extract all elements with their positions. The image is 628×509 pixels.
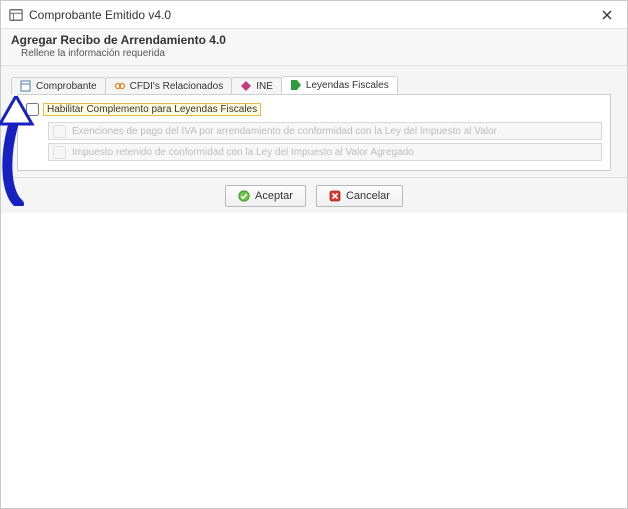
leyenda-row: Impuesto retenido de conformidad con la … bbox=[48, 143, 602, 161]
tabstrip: Comprobante CFDI's Relacionados INE bbox=[1, 66, 627, 177]
titlebar: Comprobante Emitido v4.0 bbox=[1, 1, 627, 29]
close-button[interactable] bbox=[595, 3, 619, 27]
tab-panel-leyendas: Habilitar Complemento para Leyendas Fisc… bbox=[17, 94, 611, 171]
tab-label: INE bbox=[256, 81, 273, 92]
tag-icon bbox=[290, 79, 302, 91]
dialog-footer: Aceptar Cancelar bbox=[1, 177, 627, 213]
tab-label: Leyendas Fiscales bbox=[306, 80, 389, 91]
leyendas-group: Habilitar Complemento para Leyendas Fisc… bbox=[24, 103, 604, 161]
tab-comprobante[interactable]: Comprobante bbox=[11, 77, 106, 94]
enable-leyendas-checkbox[interactable] bbox=[26, 103, 39, 116]
form-subtitle: Rellene la información requerida bbox=[11, 48, 617, 59]
leyenda-text: Impuesto retenido de conformidad con la … bbox=[72, 147, 414, 158]
leyenda-text: Exenciones de pago del IVA por arrendami… bbox=[72, 126, 497, 137]
leyenda-row: Exenciones de pago del IVA por arrendami… bbox=[48, 122, 602, 140]
accept-icon bbox=[238, 190, 250, 202]
tab-cfdi-relacionados[interactable]: CFDI's Relacionados bbox=[105, 77, 233, 94]
accept-button[interactable]: Aceptar bbox=[225, 185, 306, 207]
form-header: Agregar Recibo de Arrendamiento 4.0 Rell… bbox=[1, 29, 627, 66]
enable-leyendas-label: Habilitar Complemento para Leyendas Fisc… bbox=[43, 103, 261, 116]
tab-ine[interactable]: INE bbox=[231, 77, 282, 94]
diamond-icon bbox=[240, 80, 252, 92]
document-icon bbox=[20, 80, 32, 92]
cancel-icon bbox=[329, 190, 341, 202]
cancel-button[interactable]: Cancelar bbox=[316, 185, 403, 207]
leyenda-checkbox[interactable] bbox=[53, 125, 66, 138]
accept-label: Aceptar bbox=[255, 190, 293, 202]
window: Comprobante Emitido v4.0 Agregar Recibo … bbox=[0, 0, 628, 509]
cancel-label: Cancelar bbox=[346, 190, 390, 202]
link-icon bbox=[114, 80, 126, 92]
tab-label: CFDI's Relacionados bbox=[130, 81, 224, 92]
leyenda-checkbox[interactable] bbox=[53, 146, 66, 159]
window-title: Comprobante Emitido v4.0 bbox=[29, 8, 595, 22]
tab-leyendas-fiscales[interactable]: Leyendas Fiscales bbox=[281, 76, 398, 94]
form-title: Agregar Recibo de Arrendamiento 4.0 bbox=[11, 33, 617, 47]
app-icon bbox=[9, 8, 23, 22]
tab-label: Comprobante bbox=[36, 81, 97, 92]
